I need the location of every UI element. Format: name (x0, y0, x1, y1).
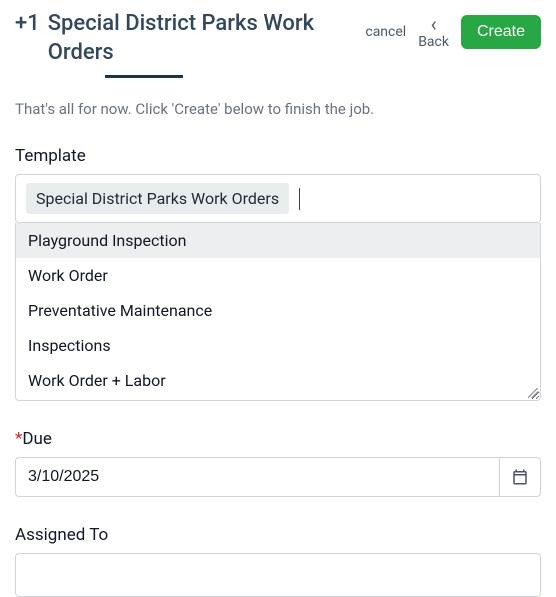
calendar-icon (511, 468, 529, 486)
assigned-to-input[interactable] (15, 553, 541, 597)
due-field: *Due (15, 429, 541, 497)
tab-step-2[interactable] (105, 75, 183, 78)
template-field: Template Special District Parks Work Ord… (15, 146, 541, 401)
tab-step-1[interactable] (15, 75, 85, 78)
template-chip[interactable]: Special District Parks Work Orders (26, 183, 289, 214)
title-text: Special District Parks Work Orders (48, 10, 366, 67)
template-option[interactable]: Work Order + Labor (16, 363, 540, 398)
due-date-input[interactable] (15, 457, 499, 497)
template-option[interactable]: Work Order (16, 258, 540, 293)
template-option[interactable]: Playground Inspection (16, 223, 540, 258)
page-title: +1 Special District Parks Work Orders (15, 10, 365, 67)
back-button[interactable]: ‹ Back (418, 14, 449, 51)
assigned-label: Assigned To (15, 525, 541, 545)
template-label: Template (15, 146, 541, 166)
due-label-text: Due (22, 429, 52, 449)
due-label: *Due (15, 429, 541, 449)
cancel-link[interactable]: cancel (365, 24, 406, 40)
template-dropdown[interactable]: Playground Inspection Work Order Prevent… (15, 223, 541, 401)
title-prefix: +1 (15, 11, 40, 36)
assigned-field: Assigned To (15, 525, 541, 597)
back-label: Back (418, 34, 449, 51)
progress-tabs (15, 73, 541, 78)
template-option[interactable]: Inspections (16, 328, 540, 363)
create-button[interactable]: Create (461, 15, 541, 49)
calendar-button[interactable] (499, 457, 541, 497)
template-input[interactable]: Special District Parks Work Orders (15, 174, 541, 223)
chevron-left-icon: ‹ (431, 14, 437, 34)
instruction-text: That's all for now. Click 'Create' below… (15, 100, 541, 118)
template-option[interactable]: Preventative Maintenance (16, 293, 540, 328)
text-cursor (299, 188, 300, 210)
